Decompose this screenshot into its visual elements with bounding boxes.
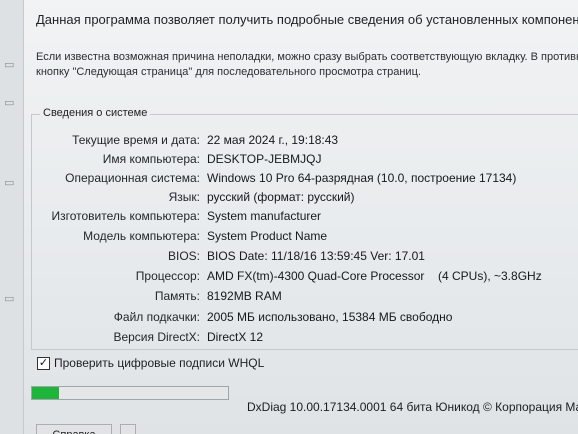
- info-row-os: Операционная система: Windows 10 Pro 64-…: [0, 171, 578, 189]
- dxdiag-window: ▭ ▭ ▭ ▭ Данная программа позволяет получ…: [0, 0, 578, 434]
- whql-check-option[interactable]: ✓ Проверить цифровые подписи WHQL: [37, 355, 264, 371]
- info-row-datetime: Текущие время и дата: 22 мая 2024 г., 19…: [0, 133, 578, 151]
- info-label: Модель компьютера:: [83, 229, 200, 243]
- progress-bar: [31, 386, 229, 400]
- info-value: DirectX 12: [207, 330, 264, 344]
- whql-checkbox-label[interactable]: Проверить цифровые подписи WHQL: [54, 356, 264, 370]
- info-value: 22 мая 2024 г., 19:18:43: [207, 133, 339, 147]
- info-value: BIOS Date: 11/18/16 13:59:45 Ver: 17.01: [207, 249, 425, 263]
- info-label: Изготовитель компьютера:: [51, 209, 201, 223]
- info-value-cpu-speed: (4 CPUs), ~3.8GHz: [438, 269, 542, 283]
- edge-marker-icon: ▭: [4, 59, 15, 71]
- info-label: Имя компьютера:: [102, 152, 200, 166]
- progress-bar-fill: [32, 387, 60, 399]
- info-value: System Product Name: [207, 229, 328, 243]
- info-label: Версия DirectX:: [113, 330, 200, 344]
- hint-line: кнопку "Следующая страница" для последов…: [36, 66, 421, 78]
- info-value: русский (формат: русский): [207, 190, 355, 204]
- info-value: 8192MB RAM: [207, 289, 282, 303]
- info-label: Операционная система:: [65, 171, 200, 185]
- adjacent-button[interactable]: [120, 424, 136, 434]
- info-value: System manufacturer: [207, 209, 322, 223]
- edge-marker-icon: ▭: [4, 97, 15, 109]
- info-row-pagefile: Файл подкачки: 2005 МБ использовано, 153…: [0, 310, 578, 328]
- info-row-directx: Версия DirectX: DirectX 12: [0, 330, 578, 348]
- info-value: DESKTOP-JEBMJQJ: [207, 152, 322, 166]
- info-label: Процессор:: [135, 269, 200, 283]
- system-info-title: Сведения о системе: [40, 107, 151, 119]
- info-row-computer-name: Имя компьютера: DESKTOP-JEBMJQJ: [0, 152, 578, 170]
- info-value: 2005 МБ использовано, 15384 МБ свободно: [207, 310, 453, 324]
- info-label: Текущие время и дата:: [72, 133, 200, 147]
- info-row-memory: Память: 8192MB RAM: [0, 289, 578, 307]
- info-row-processor: Процессор: AMD FX(tm)-4300 Quad-Core Pro…: [0, 269, 578, 287]
- dxdiag-version-text: DxDiag 10.00.17134.0001 64 бита Юникод ©…: [247, 400, 578, 414]
- info-row-manufacturer: Изготовитель компьютера: System manufact…: [0, 209, 578, 227]
- info-value: Windows 10 Pro 64-разрядная (10.0, постр…: [207, 171, 517, 185]
- intro-text: Данная программа позволяет получить подр…: [36, 12, 578, 27]
- info-value: AMD FX(tm)-4300 Quad-Core Processor: [207, 269, 425, 283]
- info-label: Файл подкачки:: [113, 310, 200, 324]
- help-button[interactable]: Справка: [36, 424, 112, 434]
- info-label: Память:: [154, 289, 200, 303]
- hint-line: Если известна возможная причина неполадк…: [36, 51, 578, 63]
- info-row-language: Язык: русский (формат: русский): [0, 190, 578, 208]
- info-label: BIOS:: [167, 249, 200, 263]
- info-label: Язык:: [168, 190, 200, 204]
- hint-text: Если известна возможная причина неполадк…: [36, 50, 578, 80]
- info-row-model: Модель компьютера: System Product Name: [0, 229, 578, 247]
- info-row-bios: BIOS: BIOS Date: 11/18/16 13:59:45 Ver: …: [0, 249, 578, 267]
- whql-checkbox[interactable]: ✓: [37, 356, 50, 370]
